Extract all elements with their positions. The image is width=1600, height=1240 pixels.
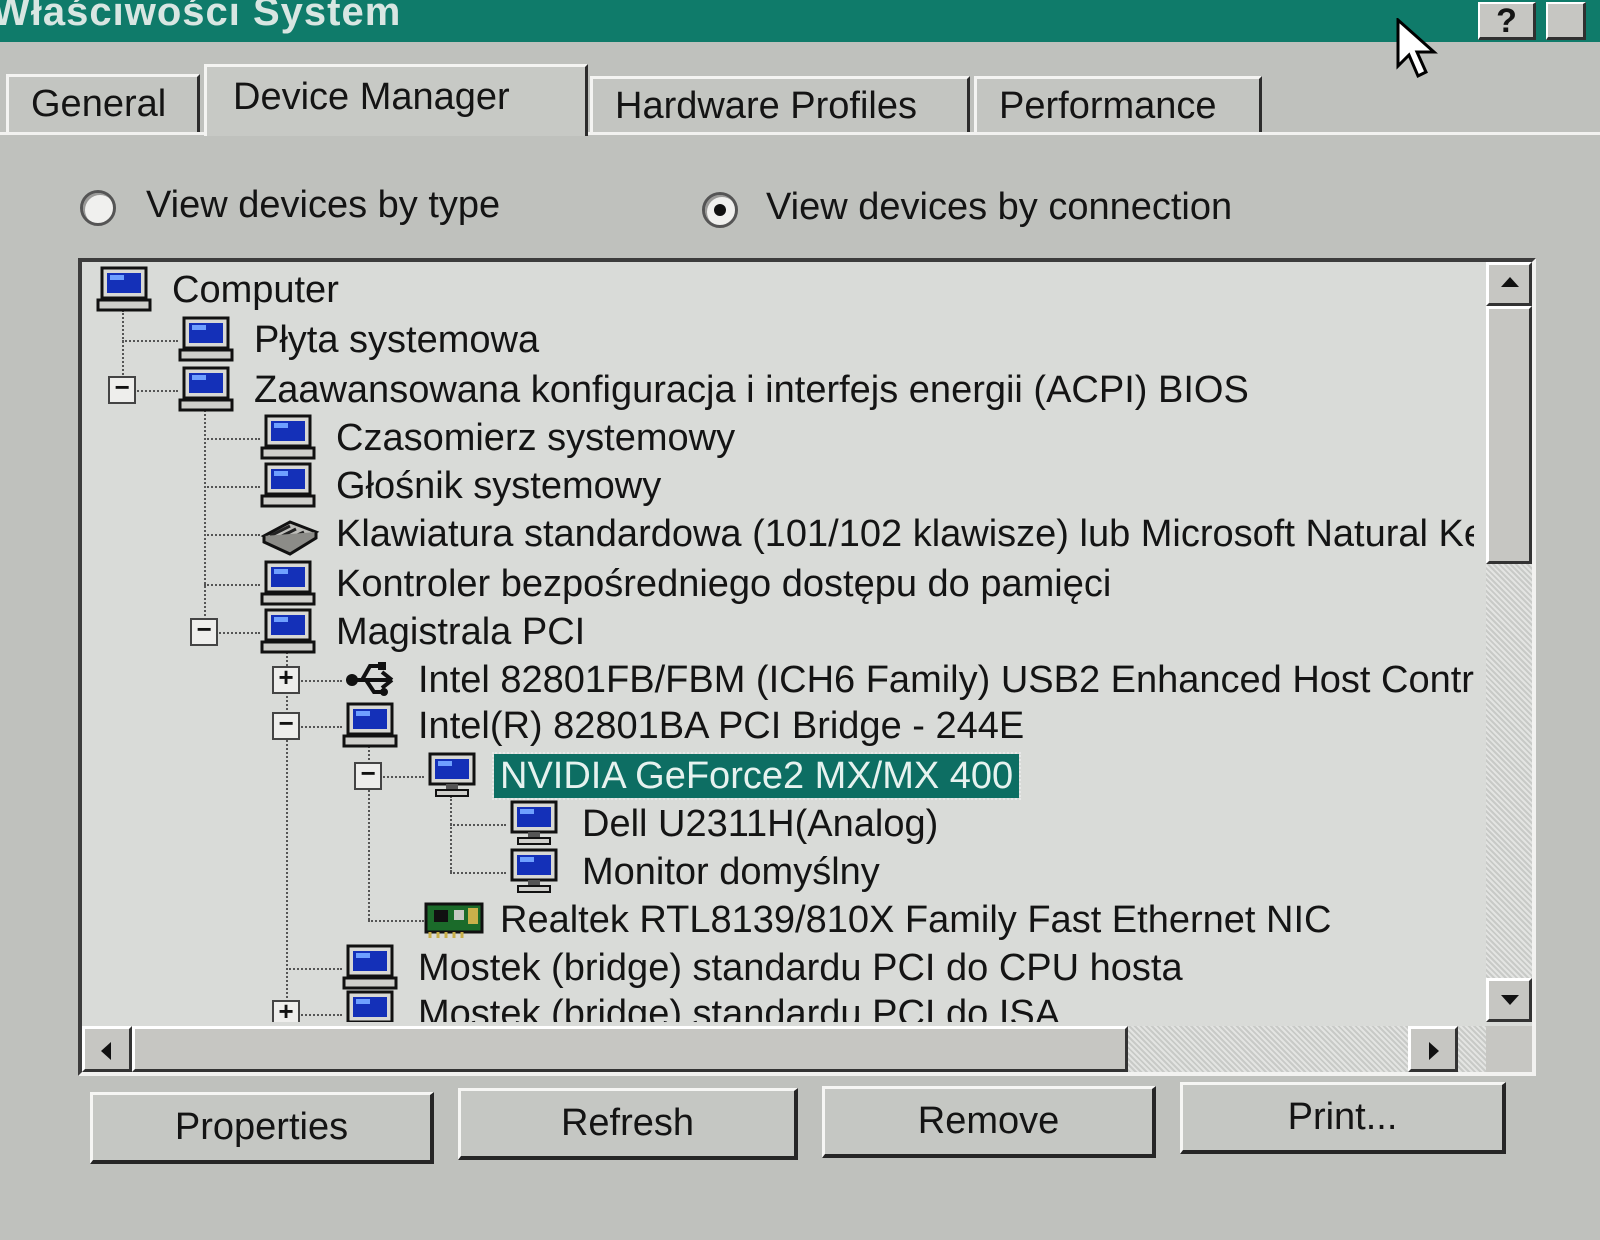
scroll-right-button[interactable] — [1408, 1026, 1458, 1072]
title-bar: Właściwości System ? — [0, 0, 1600, 42]
window-title: Właściwości System — [0, 0, 402, 34]
tree-node-label[interactable]: Mostek (bridge) standardu PCI do CPU hos… — [412, 946, 1189, 990]
tab-performance[interactable]: Performance — [974, 76, 1262, 132]
tab-general[interactable]: General — [6, 74, 200, 132]
tree-node-label[interactable]: Płyta systemowa — [248, 318, 545, 362]
computer-icon — [178, 366, 234, 412]
arrow-right-icon — [1429, 1042, 1439, 1060]
scroll-up-button[interactable] — [1486, 262, 1532, 306]
horizontal-scrollbar[interactable] — [82, 1026, 1532, 1072]
collapse-icon[interactable]: − — [354, 762, 382, 790]
tree-node-label[interactable]: Dell U2311H(Analog) — [576, 802, 944, 846]
tab-label: Hardware Profiles — [615, 85, 917, 127]
properties-button[interactable]: Properties — [90, 1092, 434, 1164]
usb-icon — [346, 662, 394, 696]
device-tree[interactable]: Computer Płyta systemowa − Zaawansowana kon… — [78, 258, 1536, 1076]
tab-device-manager[interactable]: Device Manager — [204, 64, 588, 136]
scrollbar-corner — [1486, 1026, 1532, 1072]
tab-label: General — [31, 83, 167, 125]
horizontal-scroll-thumb[interactable] — [132, 1026, 1128, 1072]
tree-node-label[interactable]: Intel(R) 82801BA PCI Bridge - 244E — [412, 704, 1030, 748]
radio-button-selected[interactable] — [702, 192, 738, 228]
mouse-pointer-icon — [1396, 18, 1438, 79]
monitor-icon — [428, 752, 476, 797]
computer-icon — [260, 560, 316, 606]
computer-icon — [260, 414, 316, 460]
tree-node-label[interactable]: Mostek (bridge) standardu PCI do ISA — [412, 992, 1066, 1022]
tree-connector-line — [204, 534, 260, 536]
computer-icon — [346, 990, 394, 1022]
help-button[interactable]: ? — [1478, 2, 1536, 40]
collapse-icon[interactable]: − — [272, 712, 300, 740]
tab-hardware-profiles[interactable]: Hardware Profiles — [590, 76, 970, 132]
tree-node-label[interactable]: Magistrala PCI — [330, 610, 591, 654]
tree-node-label[interactable]: Intel 82801FB/FBM (ICH6 Family) USB2 Enh… — [412, 658, 1474, 702]
refresh-button[interactable]: Refresh — [458, 1088, 798, 1160]
arrow-up-icon — [1501, 277, 1519, 287]
tree-node-label[interactable]: Realtek RTL8139/810X Family Fast Etherne… — [494, 898, 1337, 942]
network-card-icon — [424, 902, 484, 938]
scroll-down-button[interactable] — [1486, 978, 1532, 1022]
tree-connector-line — [122, 340, 178, 342]
tree-connector-line — [204, 486, 260, 488]
tree-connector-line — [204, 438, 260, 440]
radio-label: View devices by connection — [766, 186, 1233, 228]
tree-connector-line — [204, 410, 206, 632]
tree-connector-line — [450, 872, 506, 874]
tree-node-label[interactable]: Klawiatura standardowa (101/102 klawisze… — [330, 512, 1474, 556]
tree-node-label-selected[interactable]: NVIDIA GeForce2 MX/MX 400 — [491, 752, 1022, 800]
tree-node-label[interactable]: Kontroler bezpośredniego dostępu do pami… — [330, 562, 1117, 606]
monitor-icon — [510, 800, 558, 845]
tree-connector-line — [204, 584, 260, 586]
vertical-scroll-thumb[interactable] — [1486, 306, 1532, 564]
radio-label: View devices by type — [146, 184, 501, 226]
tree-node-label[interactable]: Computer — [166, 268, 345, 312]
button-label: Properties — [174, 1106, 349, 1148]
tree-connector-line — [286, 652, 288, 1014]
device-tree-content: Computer Płyta systemowa − Zaawansowana kon… — [96, 262, 1474, 1022]
keyboard-icon — [260, 520, 320, 556]
tree-node-label[interactable]: Czasomierz systemowy — [330, 416, 741, 460]
scroll-left-button[interactable] — [82, 1026, 132, 1072]
collapse-icon[interactable]: − — [190, 618, 218, 646]
print-button[interactable]: Print... — [1180, 1082, 1506, 1154]
tree-node-label[interactable]: Monitor domyślny — [576, 850, 886, 894]
monitor-icon — [510, 848, 558, 893]
computer-icon — [260, 608, 316, 654]
tree-node-label[interactable]: Głośnik systemowy — [330, 464, 667, 508]
arrow-left-icon — [101, 1042, 111, 1060]
remove-button[interactable]: Remove — [822, 1086, 1156, 1158]
expand-icon[interactable]: + — [272, 666, 300, 694]
tree-connector-line — [450, 824, 506, 826]
button-label: Print... — [1287, 1096, 1398, 1138]
computer-icon — [96, 266, 152, 312]
tree-connector-line — [450, 796, 452, 872]
expand-icon[interactable]: + — [272, 1000, 300, 1022]
arrow-down-icon — [1501, 995, 1519, 1005]
computer-icon — [342, 702, 398, 748]
tree-connector-line — [286, 968, 342, 970]
button-label: Refresh — [560, 1102, 695, 1144]
vertical-scrollbar[interactable] — [1486, 262, 1532, 1022]
button-label: Remove — [917, 1100, 1060, 1142]
tab-label: Device Manager — [233, 76, 510, 118]
tree-node-label[interactable]: Zaawansowana konfiguracja i interfejs en… — [248, 368, 1255, 412]
tab-label: Performance — [999, 85, 1217, 127]
computer-icon — [342, 944, 398, 990]
tree-connector-line — [368, 920, 424, 922]
collapse-icon[interactable]: − — [108, 376, 136, 404]
help-icon: ? — [1496, 2, 1517, 40]
computer-icon — [260, 462, 316, 508]
computer-icon — [178, 316, 234, 362]
close-button[interactable] — [1546, 2, 1586, 40]
radio-button[interactable] — [80, 190, 116, 226]
